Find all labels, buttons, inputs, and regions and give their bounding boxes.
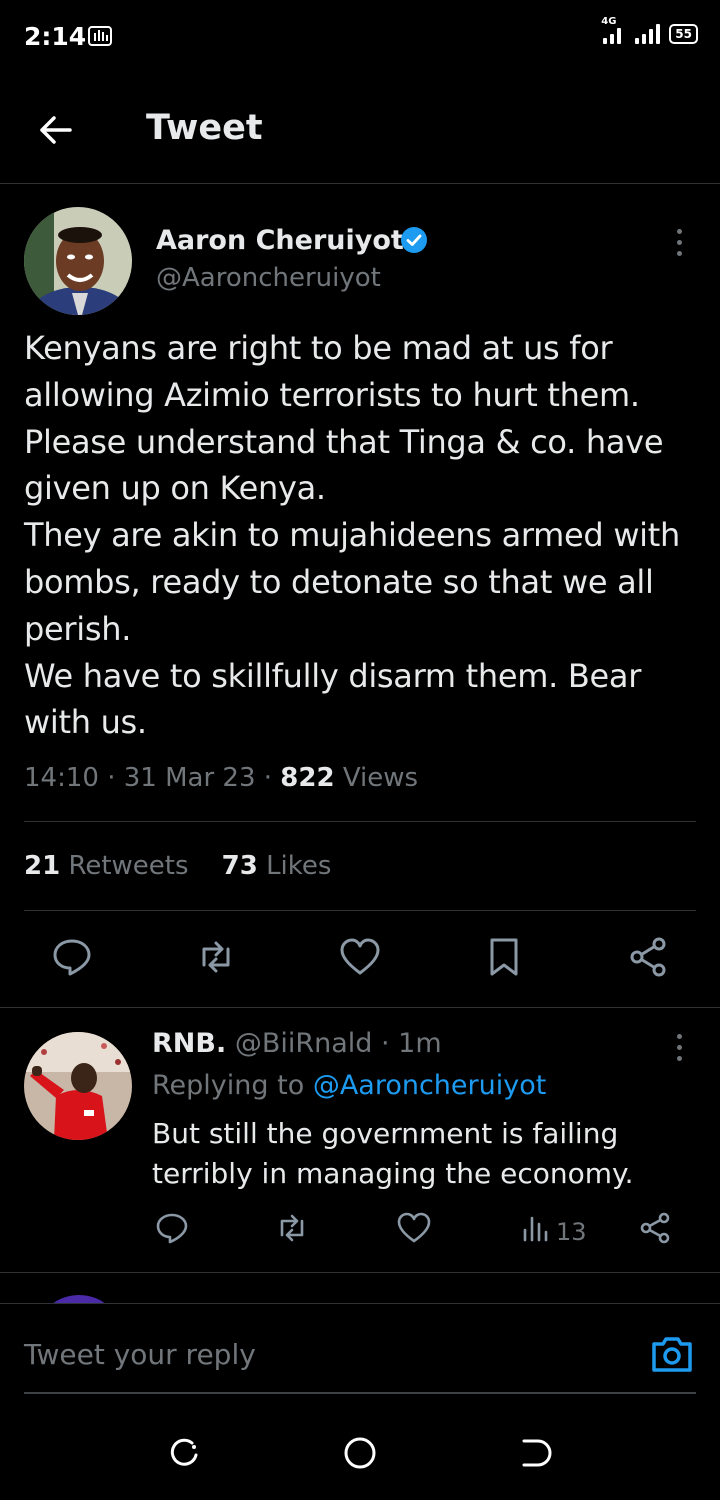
bookmark-icon[interactable] <box>482 935 526 979</box>
tweet-meta: 14:10 · 31 Mar 23 · 822 Views <box>24 763 419 793</box>
like-icon[interactable] <box>338 935 382 979</box>
replying-to: Replying to @Aaroncheruiyot <box>152 1070 546 1101</box>
views-icon[interactable] <box>518 1210 554 1246</box>
back-arrow-icon[interactable] <box>34 108 78 152</box>
replying-to-handle[interactable]: @Aaroncheruiyot <box>313 1070 547 1101</box>
tweet-actions <box>0 935 720 983</box>
share-icon[interactable] <box>637 1210 673 1246</box>
retweets-link[interactable]: 21 Retweets <box>24 851 189 881</box>
author-name[interactable]: Aaron Cheruiyot <box>156 225 404 256</box>
home-icon[interactable] <box>342 1435 378 1471</box>
author-handle[interactable]: @Aaroncheruiyot <box>156 263 381 293</box>
share-icon[interactable] <box>626 935 670 979</box>
reply-icon[interactable] <box>50 935 94 979</box>
more-vertical-icon[interactable] <box>668 1030 692 1066</box>
views-label: Views <box>342 763 419 793</box>
likes-count: 73 <box>221 851 258 881</box>
status-bar: 2:14 4G 55 <box>0 0 720 72</box>
network-type: 4G <box>601 16 617 27</box>
top-app-bar: Tweet <box>0 72 720 184</box>
reply-input-underline <box>24 1392 696 1394</box>
tweet-text: Kenyans are right to be mad at us for al… <box>24 329 681 742</box>
reply-header: RNB. @BiiRnald · 1m <box>152 1028 442 1059</box>
camera-icon[interactable] <box>650 1334 694 1374</box>
retweet-icon[interactable] <box>194 935 238 979</box>
status-time: 2:14 <box>24 22 87 51</box>
likes-label: Likes <box>266 851 332 881</box>
notification-icon <box>88 26 112 46</box>
battery-icon: 55 <box>669 24 698 44</box>
like-icon[interactable] <box>396 1210 432 1246</box>
more-vertical-icon[interactable] <box>668 225 692 261</box>
views-count: 822 <box>280 763 335 793</box>
back-icon[interactable] <box>518 1435 554 1471</box>
reply-age: 1m <box>398 1028 442 1059</box>
cellular-signal-icon: 4G <box>601 16 627 44</box>
author-avatar[interactable] <box>24 207 132 315</box>
signal-strength-icon <box>635 20 661 44</box>
reply-text: But still the government is failing terr… <box>152 1117 634 1190</box>
replying-prefix: Replying to <box>152 1070 305 1101</box>
reply-author-name[interactable]: RNB. <box>152 1028 226 1059</box>
reply-icon[interactable] <box>154 1210 190 1246</box>
likes-link[interactable]: 73 Likes <box>222 851 332 881</box>
retweets-label: Retweets <box>68 851 189 881</box>
reply-composer: Tweet your reply <box>0 1303 720 1395</box>
next-reply-avatar <box>34 1295 124 1303</box>
engagement-counts: 21 Retweets 73 Likes <box>24 851 331 881</box>
reply-actions: 13 <box>0 1210 720 1254</box>
reply-avatar[interactable] <box>24 1032 132 1140</box>
reply-input[interactable]: Tweet your reply <box>24 1338 256 1371</box>
reply-tweet[interactable]: RNB. @BiiRnald · 1m Replying to @Aaronch… <box>0 1007 720 1273</box>
recents-icon[interactable] <box>166 1435 202 1471</box>
retweet-icon[interactable] <box>274 1210 310 1246</box>
tweet-time: 14:10 <box>24 763 99 793</box>
divider <box>24 821 696 822</box>
next-reply-peek[interactable] <box>0 1273 720 1303</box>
system-nav-bar <box>0 1395 720 1500</box>
retweets-count: 21 <box>24 851 61 881</box>
divider <box>24 910 696 911</box>
tweet-date: 31 Mar 23 <box>123 763 256 793</box>
verified-badge-icon <box>400 226 428 254</box>
page-title: Tweet <box>146 108 263 148</box>
reply-author-handle[interactable]: @BiiRnald <box>235 1028 373 1059</box>
reply-views-count: 13 <box>556 1218 587 1246</box>
